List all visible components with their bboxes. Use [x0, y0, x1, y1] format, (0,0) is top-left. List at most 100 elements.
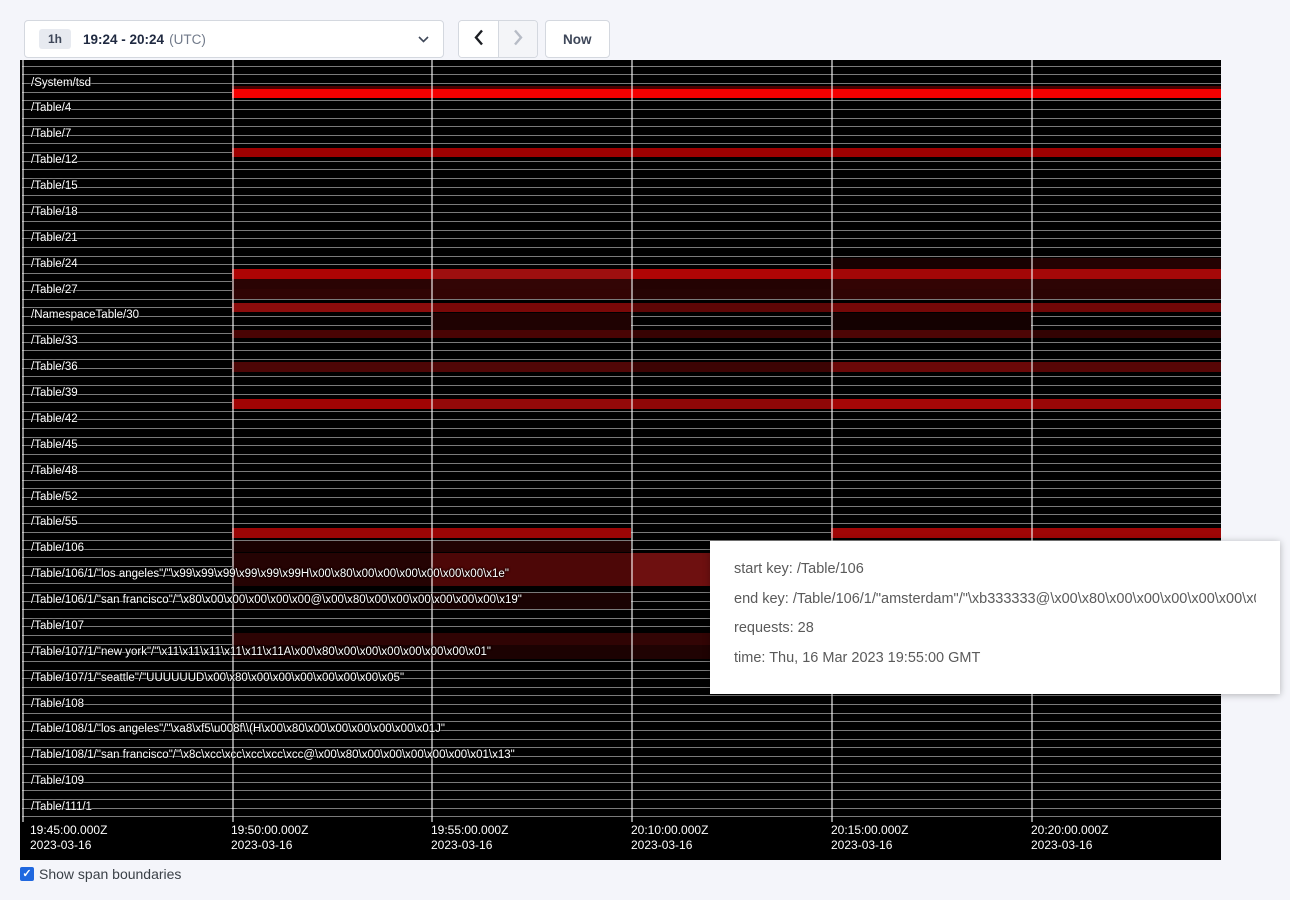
chevron-down-icon: [418, 36, 429, 43]
heat-band: [232, 399, 431, 409]
span-boundary-line: [22, 118, 1221, 119]
row-label: /Table/107/1/"new york"/"\x11\x11\x11\x1…: [31, 646, 491, 658]
heat-band: [831, 269, 1031, 279]
chevron-right-icon: [513, 29, 523, 49]
now-button[interactable]: Now: [545, 20, 610, 58]
heat-band: [631, 303, 831, 312]
span-boundary-line: [22, 385, 1221, 386]
span-boundary-line: [22, 135, 1221, 136]
row-label: /Table/39: [31, 387, 78, 399]
span-boundary-line: [22, 488, 1221, 489]
heat-band: [431, 633, 631, 645]
span-boundary-line: [22, 695, 1221, 696]
row-label: /Table/4: [31, 102, 71, 114]
row-label: /NamespaceTable/30: [31, 309, 139, 321]
heat-band: [1031, 148, 1221, 157]
span-boundary-line: [22, 799, 1221, 800]
grid-vline: [1031, 60, 1033, 822]
heat-band: [831, 528, 1031, 538]
heat-band: [232, 269, 431, 279]
key-visualizer-canvas[interactable]: /System/tsd/Table/4/Table/7/Table/12/Tab…: [20, 60, 1221, 860]
heat-band: [831, 258, 1031, 269]
heat-band: [631, 330, 831, 338]
span-boundary-line: [22, 256, 1221, 257]
tooltip-time: time: Thu, 16 Mar 2023 19:55:00 GMT: [734, 650, 1256, 666]
grid-vline: [431, 60, 433, 822]
span-boundary-line: [22, 704, 1221, 705]
heat-band: [232, 330, 431, 338]
row-label: /Table/45: [31, 439, 78, 451]
span-boundary-line: [22, 221, 1221, 222]
heat-band: [232, 289, 431, 299]
row-label: /Table/15: [31, 180, 78, 192]
span-boundary-line: [22, 428, 1221, 429]
span-boundary-line: [22, 178, 1221, 179]
span-boundary-line: [22, 376, 1221, 377]
grid-vline: [22, 60, 24, 822]
span-boundary-line: [22, 126, 1221, 127]
footer-controls: ✓ Show span boundaries: [20, 866, 181, 882]
time-range-selector[interactable]: 1h 19:24 - 20:24 (UTC): [24, 20, 444, 58]
heat-band: [1031, 362, 1221, 372]
span-boundary-line: [22, 195, 1221, 196]
span-boundary-line: [22, 747, 1221, 748]
span-boundary-line: [22, 764, 1221, 765]
next-button[interactable]: [498, 21, 537, 57]
time-nav-group: [458, 20, 538, 58]
row-label: /Table/108/1/"los angeles"/"\xa8\xf5\u00…: [31, 723, 445, 735]
heat-band: [631, 362, 831, 372]
heat-band: [232, 528, 431, 538]
time-range-chip: 1h: [39, 29, 71, 49]
span-boundary-line: [22, 739, 1221, 740]
row-label: /Table/108: [31, 698, 84, 710]
span-boundary-line: [22, 437, 1221, 438]
heat-band: [431, 269, 631, 279]
grid-vline: [831, 60, 833, 822]
span-boundary-line: [22, 454, 1221, 455]
heat-band: [831, 303, 1031, 312]
x-axis-tick: 19:50:00.000Z2023-03-16: [231, 823, 308, 853]
x-axis-tick: 19:45:00.000Z2023-03-16: [30, 823, 107, 853]
span-boundary-line: [22, 169, 1221, 170]
heat-band: [831, 399, 1031, 409]
span-boundary-line: [22, 514, 1221, 515]
heat-band: [232, 279, 431, 289]
span-boundary-line: [22, 411, 1221, 412]
heat-band: [431, 541, 631, 552]
span-boundary-line: [22, 230, 1221, 231]
span-boundary-line: [22, 790, 1221, 791]
heat-band: [831, 89, 1031, 98]
heat-band: [431, 289, 631, 299]
span-boundary-line: [22, 109, 1221, 110]
row-label: /Table/18: [31, 206, 78, 218]
heat-band: [431, 148, 631, 157]
span-boundary-line: [22, 161, 1221, 162]
x-axis-tick: 20:10:00.000Z2023-03-16: [631, 823, 708, 853]
span-boundary-line: [22, 143, 1221, 144]
heat-band: [232, 148, 431, 157]
tooltip-end-key: end key: /Table/106/1/"amsterdam"/"\xb33…: [734, 591, 1256, 607]
span-boundaries-label: Show span boundaries: [39, 866, 181, 882]
row-label: /Table/42: [31, 413, 78, 425]
span-boundary-line: [22, 523, 1221, 524]
heat-band: [431, 279, 631, 289]
heat-band: [1031, 258, 1221, 269]
span-boundary-line: [22, 463, 1221, 464]
heat-band: [232, 89, 431, 98]
span-boundary-line: [22, 782, 1221, 783]
span-boundary-line: [22, 480, 1221, 481]
time-range-label: 19:24 - 20:24: [83, 32, 164, 47]
heat-band: [1031, 330, 1221, 338]
heat-band: [1031, 89, 1221, 98]
heat-band: [431, 362, 631, 372]
span-boundary-line: [22, 713, 1221, 714]
span-boundary-line: [22, 212, 1221, 213]
heat-band: [631, 269, 831, 279]
x-axis-tick: 20:15:00.000Z2023-03-16: [831, 823, 908, 853]
prev-button[interactable]: [459, 21, 498, 57]
span-boundary-line: [22, 394, 1221, 395]
span-boundaries-checkbox[interactable]: ✓: [20, 867, 34, 881]
span-boundary-line: [22, 773, 1221, 774]
span-boundary-line: [22, 247, 1221, 248]
row-label: /Table/108/1/"san francisco"/"\x8c\xcc\x…: [31, 749, 515, 761]
